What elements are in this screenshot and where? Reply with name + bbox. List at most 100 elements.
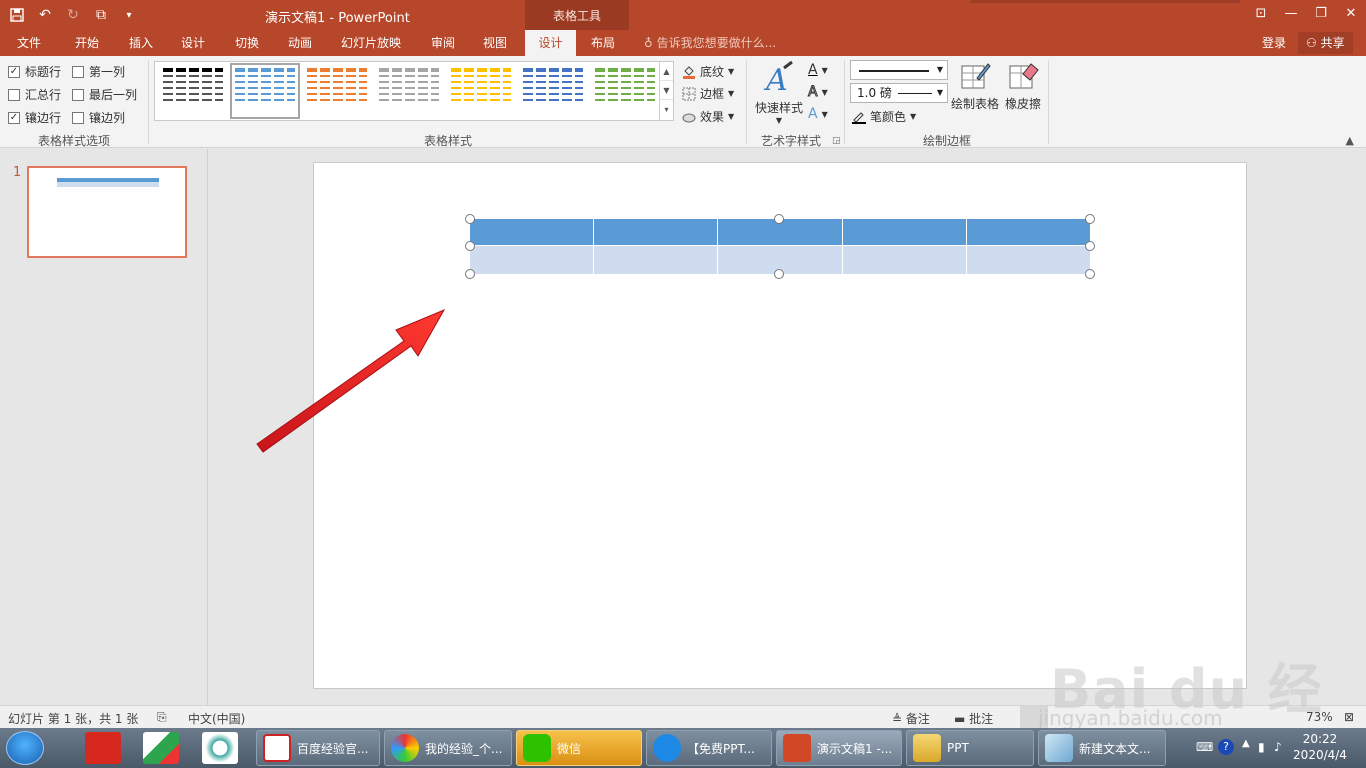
- language-status[interactable]: 中文(中国): [188, 710, 245, 727]
- dialog-launcher-icon[interactable]: ◲: [832, 136, 841, 146]
- pen-weight-dropdown[interactable]: 1.0 磅 ▼: [850, 83, 948, 103]
- slide-table[interactable]: [470, 219, 1091, 274]
- tray-expand-icon[interactable]: ▲: [1242, 738, 1250, 749]
- system-clock[interactable]: 20:22 2020/4/4: [1290, 731, 1350, 763]
- check-last-column[interactable]: 最后一列: [72, 86, 137, 103]
- tab-table-design[interactable]: 设计: [525, 30, 576, 56]
- borders-button[interactable]: 边框 ▼: [682, 85, 734, 102]
- resize-handle[interactable]: [1085, 241, 1095, 251]
- table-style-thumb[interactable]: [523, 68, 583, 114]
- effects-button[interactable]: 效果 ▼: [682, 108, 734, 125]
- gallery-up-icon[interactable]: ▲: [660, 62, 673, 81]
- pen-style-dropdown[interactable]: ▼: [850, 60, 948, 80]
- text-fill-button[interactable]: A ▼: [808, 62, 828, 78]
- tab-slideshow[interactable]: 幻灯片放映: [336, 30, 406, 56]
- resize-handle[interactable]: [465, 269, 475, 279]
- notes-button[interactable]: ≜ 备注: [892, 710, 930, 727]
- table-cell[interactable]: [594, 246, 719, 274]
- tab-file[interactable]: 文件: [6, 30, 52, 56]
- spellcheck-icon[interactable]: ⎘: [157, 710, 167, 725]
- minimize-icon[interactable]: —: [1276, 0, 1306, 26]
- resize-handle[interactable]: [1085, 214, 1095, 224]
- task-sogou[interactable]: 【免费PPT...: [646, 730, 772, 766]
- check-header-row[interactable]: ✓ 标题行: [8, 63, 61, 80]
- slide-number: 1: [13, 165, 22, 180]
- table-style-thumb[interactable]: [595, 68, 655, 114]
- tab-design[interactable]: 设计: [170, 30, 216, 56]
- table-style-thumb[interactable]: [451, 68, 511, 114]
- gallery-more-icon[interactable]: ▾: [660, 100, 673, 119]
- resize-handle[interactable]: [774, 214, 784, 224]
- checkbox[interactable]: ✓: [8, 65, 20, 78]
- table-cell[interactable]: [842, 219, 967, 245]
- table-cell[interactable]: [594, 219, 719, 245]
- table-cell[interactable]: [470, 246, 595, 274]
- comments-button[interactable]: ▬ 批注: [954, 710, 993, 727]
- table-cell[interactable]: [842, 246, 967, 274]
- checkbox[interactable]: [8, 88, 20, 101]
- redo-icon[interactable]: ↻: [62, 4, 84, 26]
- tab-review[interactable]: 审阅: [420, 30, 466, 56]
- pinned-app-icon[interactable]: [202, 732, 238, 764]
- checkbox[interactable]: [72, 65, 84, 78]
- task-notepad[interactable]: 新建文本文...: [1038, 730, 1166, 766]
- draw-table-button[interactable]: 绘制表格: [950, 60, 1000, 112]
- checkbox[interactable]: [72, 88, 84, 101]
- share-button[interactable]: ⚇ 共享: [1298, 32, 1353, 54]
- task-browser[interactable]: 我的经验_个...: [384, 730, 512, 766]
- tab-transitions[interactable]: 切换: [224, 30, 270, 56]
- checkbox[interactable]: [72, 111, 84, 124]
- check-banded-columns[interactable]: 镶边列: [72, 109, 125, 126]
- slideshow-start-icon[interactable]: ⧉: [90, 4, 112, 26]
- keyboard-icon[interactable]: ⌨: [1196, 740, 1213, 754]
- app-launcher-icon[interactable]: [143, 732, 179, 764]
- table-style-thumb[interactable]: [379, 68, 439, 114]
- table-style-thumb[interactable]: [163, 68, 223, 114]
- tell-me-box[interactable]: ♁ 告诉我您想要做什么...: [644, 30, 776, 56]
- restore-icon[interactable]: ❐: [1306, 0, 1336, 26]
- table-cell[interactable]: [966, 246, 1091, 274]
- table-style-thumb[interactable]: [307, 68, 367, 114]
- table-style-thumb[interactable]: [230, 63, 300, 119]
- start-button[interactable]: [6, 731, 44, 765]
- text-outline-button[interactable]: A ▼: [808, 84, 828, 101]
- text-effects-button[interactable]: A ▼: [808, 106, 828, 122]
- network-icon[interactable]: ▮: [1258, 740, 1265, 754]
- undo-icon[interactable]: ↶: [34, 4, 56, 26]
- tab-home[interactable]: 开始: [64, 30, 110, 56]
- ribbon-display-icon[interactable]: ⊡: [1246, 0, 1276, 26]
- resize-handle[interactable]: [465, 214, 475, 224]
- task-folder-ppt[interactable]: PPT: [906, 730, 1034, 766]
- task-baidu-jingyan[interactable]: 百度经验官...: [256, 730, 380, 766]
- slide-thumbnail[interactable]: [27, 166, 187, 258]
- check-first-column[interactable]: 第一列: [72, 63, 125, 80]
- table-cell[interactable]: [966, 219, 1091, 245]
- table-cell[interactable]: [470, 219, 595, 245]
- youdao-icon[interactable]: [85, 732, 121, 764]
- check-total-row[interactable]: 汇总行: [8, 86, 61, 103]
- task-powerpoint[interactable]: 演示文稿1 -...: [776, 730, 902, 766]
- volume-icon[interactable]: ♪: [1274, 740, 1282, 754]
- save-icon[interactable]: [6, 4, 28, 26]
- chevron-down-icon: ▼: [821, 87, 828, 97]
- check-banded-rows[interactable]: ✓ 镶边行: [8, 109, 61, 126]
- quick-styles-button[interactable]: A 快速样式 ▼: [752, 60, 806, 125]
- resize-handle[interactable]: [465, 241, 475, 251]
- resize-handle[interactable]: [774, 269, 784, 279]
- checkbox[interactable]: ✓: [8, 111, 20, 124]
- customize-qat-icon[interactable]: ▾: [118, 4, 140, 26]
- eraser-button[interactable]: 橡皮擦: [1002, 60, 1044, 112]
- close-icon[interactable]: ✕: [1336, 0, 1366, 26]
- shading-button[interactable]: 底纹 ▼: [682, 63, 734, 80]
- login-link[interactable]: 登录: [1262, 30, 1286, 56]
- collapse-ribbon-icon[interactable]: ▲: [1346, 134, 1354, 147]
- pen-color-button[interactable]: 笔颜色 ▼: [852, 108, 916, 125]
- tab-view[interactable]: 视图: [472, 30, 518, 56]
- tab-animations[interactable]: 动画: [277, 30, 323, 56]
- gallery-down-icon[interactable]: ▼: [660, 81, 673, 100]
- task-wechat[interactable]: 微信: [516, 730, 642, 766]
- help-icon[interactable]: ?: [1218, 739, 1234, 755]
- tab-insert[interactable]: 插入: [118, 30, 164, 56]
- resize-handle[interactable]: [1085, 269, 1095, 279]
- tab-table-layout[interactable]: 布局: [580, 30, 626, 56]
